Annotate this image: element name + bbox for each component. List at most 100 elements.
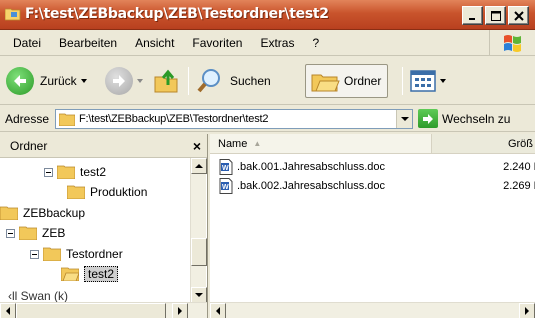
file-size: 2.269 K (503, 180, 535, 192)
scroll-up-icon (195, 164, 203, 168)
tree-item-zeb[interactable]: ZEB (6, 223, 65, 243)
word-doc-icon: W (219, 178, 233, 194)
window-title: F:\test\ZEBbackup\ZEB\Testordner\test2 (25, 6, 329, 22)
toolbar: Zurück Suchen Ordner (0, 57, 535, 105)
address-dropdown-button[interactable] (396, 110, 412, 128)
tree-label: ‹ll Swan (k) (8, 289, 69, 303)
maximize-button[interactable] (485, 6, 506, 25)
back-button[interactable]: Zurück (6, 62, 87, 100)
search-button[interactable]: Suchen (196, 62, 271, 100)
tree-item-test2-parent[interactable]: test2 (44, 162, 106, 182)
close-icon (513, 10, 524, 21)
tree-label: ZEB (42, 226, 66, 240)
folders-icon (311, 74, 340, 92)
go-button[interactable]: Wechseln zu (418, 109, 510, 128)
folder-tree: test2 Produktion ZEBbackup ZEB Testordne… (0, 158, 190, 303)
folder-pane-hscrollbar[interactable] (0, 302, 207, 318)
tree-item-test2-selected[interactable]: test2 (61, 264, 119, 284)
scroll-down-button[interactable] (191, 287, 207, 303)
tree-label: test2 (80, 165, 107, 179)
forward-button[interactable] (105, 62, 143, 100)
scroll-right-button[interactable] (519, 303, 535, 318)
svg-text:W: W (222, 165, 229, 172)
tree-label: test2 (84, 266, 119, 282)
search-label: Suchen (230, 74, 271, 88)
title-bar: F:\test\ZEBbackup\ZEB\Testordner\test2 (0, 0, 535, 30)
folder-app-icon (5, 8, 21, 21)
tree-item-partial[interactable]: ‹ll Swan (k) (8, 286, 68, 303)
search-icon (197, 69, 220, 93)
file-list: Name ▲ Größ W .bak.001.Jahresabschluss.d… (210, 134, 535, 318)
folder-pane: Ordner × test2 Produktion ZEBbackup ZEB … (0, 134, 208, 318)
maximize-icon (490, 10, 501, 21)
file-row[interactable]: W .bak.002.Jahresabschluss.doc 2.269 K (218, 177, 535, 195)
views-dropdown-icon[interactable] (440, 79, 446, 83)
collapse-icon[interactable] (30, 249, 39, 259)
back-label: Zurück (40, 74, 77, 88)
folder-icon (59, 113, 75, 126)
address-label: Adresse (5, 112, 50, 126)
svg-text:W: W (222, 184, 229, 191)
windows-logo-icon (489, 30, 535, 56)
folder-pane-vscrollbar[interactable] (190, 158, 207, 303)
folder-icon (19, 226, 37, 240)
folder-pane-title: Ordner (10, 138, 48, 153)
scroll-thumb[interactable] (191, 238, 207, 266)
tree-item-testordner[interactable]: Testordner (30, 244, 123, 264)
folder-icon (0, 206, 18, 220)
file-name: .bak.001.Jahresabschluss.doc (237, 161, 385, 173)
up-folder-icon (154, 69, 178, 93)
back-arrow-icon (6, 67, 34, 95)
folders-button[interactable]: Ordner (305, 64, 389, 98)
scroll-left-icon (6, 307, 10, 315)
minimize-icon (468, 17, 475, 20)
go-arrow-icon (418, 109, 438, 128)
menu-ansicht[interactable]: Ansicht (126, 36, 183, 50)
menu-datei[interactable]: Datei (4, 36, 50, 50)
tree-label: Produktion (90, 185, 148, 199)
column-header-size[interactable]: Größ (432, 134, 535, 153)
collapse-icon[interactable] (6, 228, 15, 238)
tree-item-zebbackup[interactable]: ZEBbackup (0, 203, 85, 223)
back-dropdown-icon[interactable] (80, 79, 87, 83)
hscroll-thumb[interactable] (16, 303, 166, 318)
scroll-right-icon (525, 307, 529, 315)
scroll-right-icon (178, 307, 182, 315)
sort-ascending-icon: ▲ (253, 139, 262, 148)
file-size: 2.240 K (503, 161, 535, 173)
file-row[interactable]: W .bak.001.Jahresabschluss.doc 2.240 K (218, 158, 535, 176)
address-input[interactable]: F:\test\ZEBbackup\ZEB\Testordner\test2 (55, 109, 413, 129)
file-list-hscrollbar[interactable] (210, 302, 535, 318)
folders-label: Ordner (344, 74, 382, 88)
tree-label: Testordner (66, 247, 123, 261)
minimize-button[interactable] (462, 6, 483, 25)
tree-label: ZEBbackup (23, 206, 86, 220)
scroll-right-button[interactable] (172, 303, 188, 318)
close-button[interactable] (508, 6, 529, 25)
scroll-left-button[interactable] (0, 303, 16, 318)
menu-favoriten[interactable]: Favoriten (183, 36, 251, 50)
up-folder-button[interactable] (152, 62, 180, 100)
go-label: Wechseln zu (442, 111, 511, 126)
collapse-icon[interactable] (44, 167, 53, 177)
folder-icon (57, 165, 75, 179)
chevron-down-icon (400, 117, 409, 121)
scroll-up-button[interactable] (191, 158, 207, 174)
word-doc-icon: W (219, 159, 233, 175)
close-pane-icon[interactable]: × (193, 138, 201, 154)
menu-extras[interactable]: Extras (251, 36, 303, 50)
folder-pane-header: Ordner × (0, 134, 207, 158)
list-header: Name ▲ Größ (210, 134, 535, 154)
scroll-down-icon (195, 293, 203, 297)
column-header-name[interactable]: Name ▲ (210, 134, 432, 153)
views-icon (410, 70, 436, 92)
tree-item-produktion[interactable]: Produktion (67, 182, 147, 202)
scroll-left-button[interactable] (210, 303, 226, 318)
address-bar: Adresse F:\test\ZEBbackup\ZEB\Testordner… (0, 106, 535, 132)
views-button[interactable] (410, 62, 446, 100)
menu-bearbeiten[interactable]: Bearbeiten (50, 36, 126, 50)
file-name: .bak.002.Jahresabschluss.doc (237, 180, 385, 192)
forward-arrow-icon (105, 67, 133, 95)
forward-dropdown-icon[interactable] (137, 79, 143, 83)
menu-help[interactable]: ? (303, 36, 328, 50)
